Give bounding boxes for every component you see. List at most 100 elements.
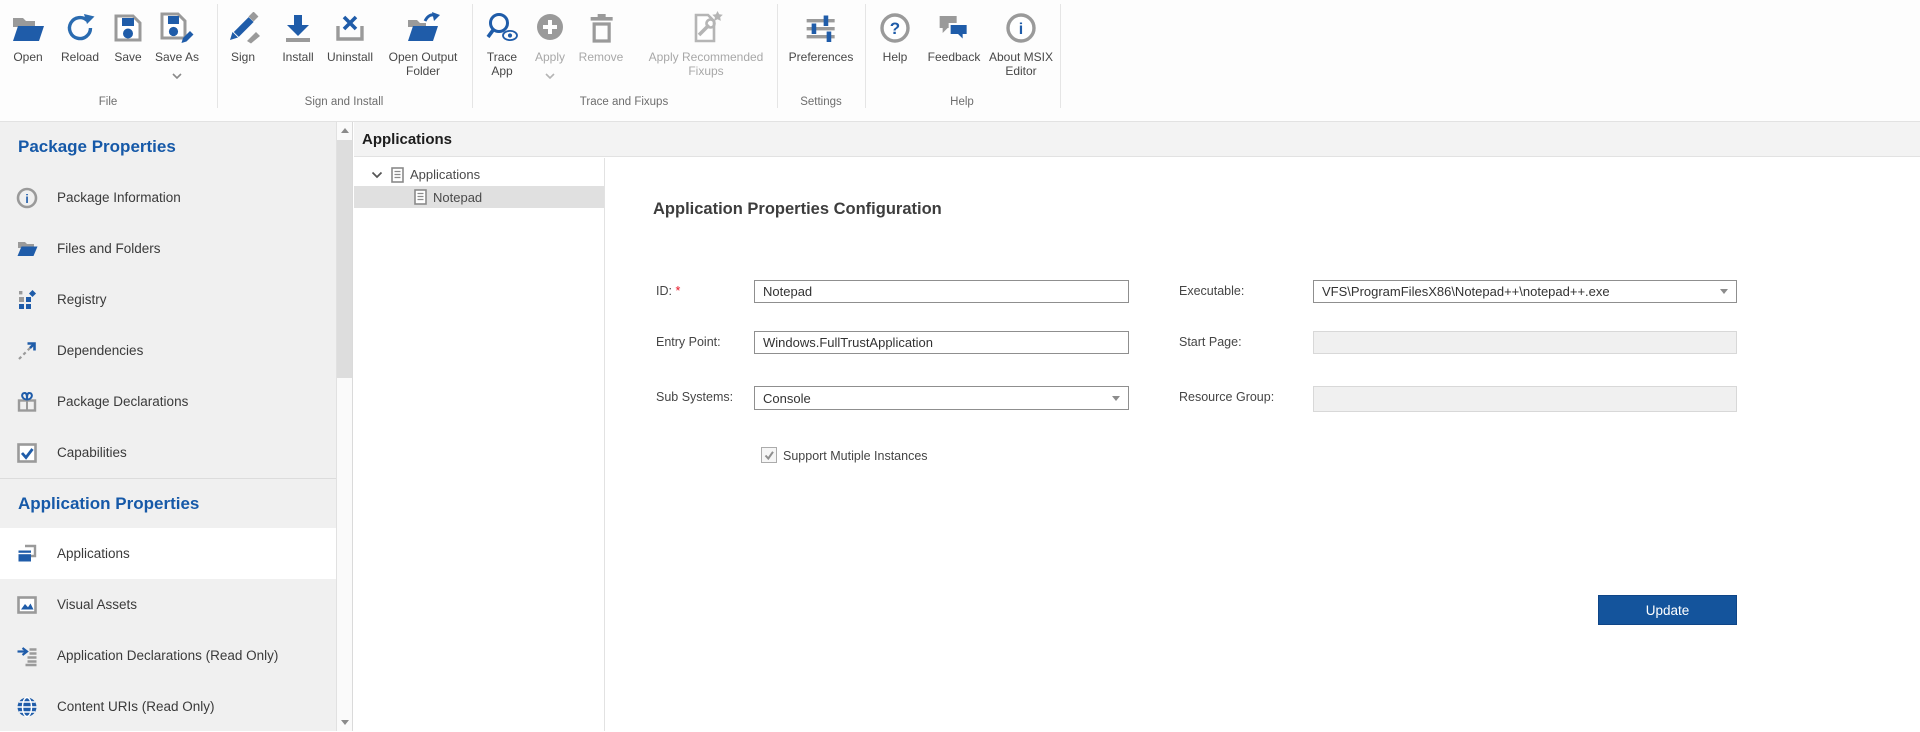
application-properties-form: Application Properties Configuration ID:…	[606, 158, 1920, 731]
ribbon-group-label-sign-and-install: Sign and Install	[305, 96, 384, 108]
content-title-bar: Applications	[354, 122, 1920, 157]
save-button-label: Save	[114, 50, 141, 64]
triangle-down-icon	[341, 720, 349, 725]
feedback-bubbles-icon	[936, 9, 972, 47]
tree-node-notepad-selected[interactable]: Notepad	[354, 186, 604, 208]
sign-button[interactable]: Sign	[226, 9, 260, 64]
triangle-up-icon	[341, 128, 349, 133]
tree-node-applications[interactable]: Applications	[354, 163, 604, 186]
id-input[interactable]	[754, 280, 1129, 303]
folder-icon	[15, 238, 38, 260]
executable-combobox-value: VFS\ProgramFilesX86\Notepad++\notepad++.…	[1322, 284, 1714, 299]
preferences-button[interactable]: Preferences	[789, 9, 854, 64]
sidebar-item-package-information[interactable]: i Package Information	[0, 172, 336, 223]
entry-point-input[interactable]	[754, 331, 1129, 354]
picture-icon	[15, 594, 38, 616]
ribbon-separator	[472, 4, 473, 108]
scrollbar-up-arrow[interactable]	[337, 122, 352, 139]
sub-systems-combobox-value: Console	[763, 391, 1106, 406]
sidebar-item-content-uris[interactable]: Content URIs (Read Only)	[0, 681, 336, 732]
sidebar-item-label: Applications	[57, 546, 130, 561]
uninstall-button-label: Uninstall	[327, 50, 373, 64]
ribbon-group-label-trace-and-fixups: Trace and Fixups	[580, 96, 668, 108]
feedback-button-label: Feedback	[928, 50, 981, 64]
preferences-sliders-icon	[804, 9, 838, 47]
install-arrow-icon	[281, 9, 315, 47]
gift-box-icon	[15, 391, 38, 413]
open-output-folder-icon	[405, 9, 441, 47]
apply-recommended-fixups-button-label: Apply Recommended Fixups	[639, 50, 773, 78]
remove-button-label: Remove	[579, 50, 624, 64]
dropdown-arrow-icon	[1720, 289, 1728, 294]
about-msix-editor-button[interactable]: i About MSIX Editor	[982, 9, 1060, 78]
save-as-icon	[159, 9, 195, 47]
executable-combobox[interactable]: VFS\ProgramFilesX86\Notepad++\notepad++.…	[1313, 280, 1737, 303]
support-multiple-instances-checkbox	[761, 447, 777, 463]
sidebar-item-label: Application Declarations (Read Only)	[57, 648, 278, 663]
update-button[interactable]: Update	[1598, 595, 1737, 625]
trace-app-button[interactable]: Trace App	[479, 9, 525, 78]
sign-button-label: Sign	[231, 50, 255, 64]
sidebar-item-label: Files and Folders	[57, 241, 161, 256]
uninstall-button[interactable]: Uninstall	[327, 9, 373, 64]
install-button[interactable]: Install	[281, 9, 315, 64]
sidebar-item-label: Content URIs (Read Only)	[57, 699, 215, 714]
dependencies-arrow-icon	[15, 340, 38, 362]
help-button[interactable]: ? Help	[879, 9, 911, 64]
sub-systems-combobox[interactable]: Console	[754, 386, 1129, 410]
sidebar-item-registry[interactable]: Registry	[0, 274, 336, 325]
preferences-button-label: Preferences	[789, 50, 854, 64]
sidebar-item-label: Package Declarations	[57, 394, 188, 409]
registry-blocks-icon	[15, 289, 38, 311]
sidebar-item-capabilities[interactable]: Capabilities	[0, 427, 336, 478]
about-info-icon: i	[1005, 9, 1037, 47]
sidebar-item-label: Registry	[57, 292, 107, 307]
sidebar-item-label: Capabilities	[57, 445, 127, 460]
support-multiple-instances-label: Support Mutiple Instances	[783, 449, 928, 463]
id-field-label: ID: *	[656, 284, 680, 298]
sidebar-item-label: Dependencies	[57, 343, 143, 358]
sidebar-item-package-declarations[interactable]: Package Declarations	[0, 376, 336, 427]
help-question-icon: ?	[879, 9, 911, 47]
svg-text:i: i	[25, 192, 28, 206]
sidebar-item-label: Visual Assets	[57, 597, 137, 612]
save-as-dropdown-chevron-icon[interactable]	[172, 66, 182, 84]
open-button[interactable]: Open	[10, 9, 46, 64]
sidebar-item-label: Package Information	[57, 190, 181, 205]
trace-app-button-label: Trace App	[479, 50, 525, 78]
apply-plus-icon	[534, 9, 566, 47]
ribbon-separator	[777, 4, 778, 108]
reload-button[interactable]: Reload	[61, 9, 99, 64]
save-button[interactable]: Save	[112, 9, 144, 64]
uninstall-x-icon	[333, 9, 367, 47]
open-output-folder-button[interactable]: Open Output Folder	[379, 9, 467, 78]
app-windows-icon	[15, 543, 38, 565]
install-button-label: Install	[282, 50, 313, 64]
help-button-label: Help	[883, 50, 908, 64]
resource-group-field-label: Resource Group:	[1179, 390, 1274, 404]
trace-app-magnifier-icon	[485, 9, 519, 47]
sidebar-item-dependencies[interactable]: Dependencies	[0, 325, 336, 376]
open-button-label: Open	[13, 50, 42, 64]
sign-pen-icon	[226, 9, 260, 47]
package-properties-section-header: Package Properties	[0, 122, 336, 172]
scrollbar-thumb[interactable]	[337, 140, 352, 378]
ribbon-group-label-help: Help	[950, 96, 974, 108]
sidebar-scrollbar[interactable]	[336, 122, 353, 731]
reload-icon	[64, 9, 96, 47]
save-as-button[interactable]: Save As	[155, 9, 199, 84]
sidebar-item-visual-assets[interactable]: Visual Assets	[0, 579, 336, 630]
chevron-down-icon[interactable]	[371, 171, 383, 179]
scrollbar-down-arrow[interactable]	[337, 714, 352, 731]
feedback-button[interactable]: Feedback	[928, 9, 981, 64]
save-as-button-label: Save As	[155, 50, 199, 64]
check-icon	[763, 450, 775, 461]
arrow-list-icon	[15, 645, 38, 667]
sidebar-item-applications[interactable]: Applications	[0, 528, 336, 579]
remove-button: Remove	[579, 9, 624, 64]
dropdown-arrow-icon	[1112, 396, 1120, 401]
sidebar-item-files-and-folders[interactable]: Files and Folders	[0, 223, 336, 274]
sidebar-item-application-declarations[interactable]: Application Declarations (Read Only)	[0, 630, 336, 681]
info-circle-icon: i	[15, 187, 38, 209]
svg-text:?: ?	[890, 19, 900, 38]
